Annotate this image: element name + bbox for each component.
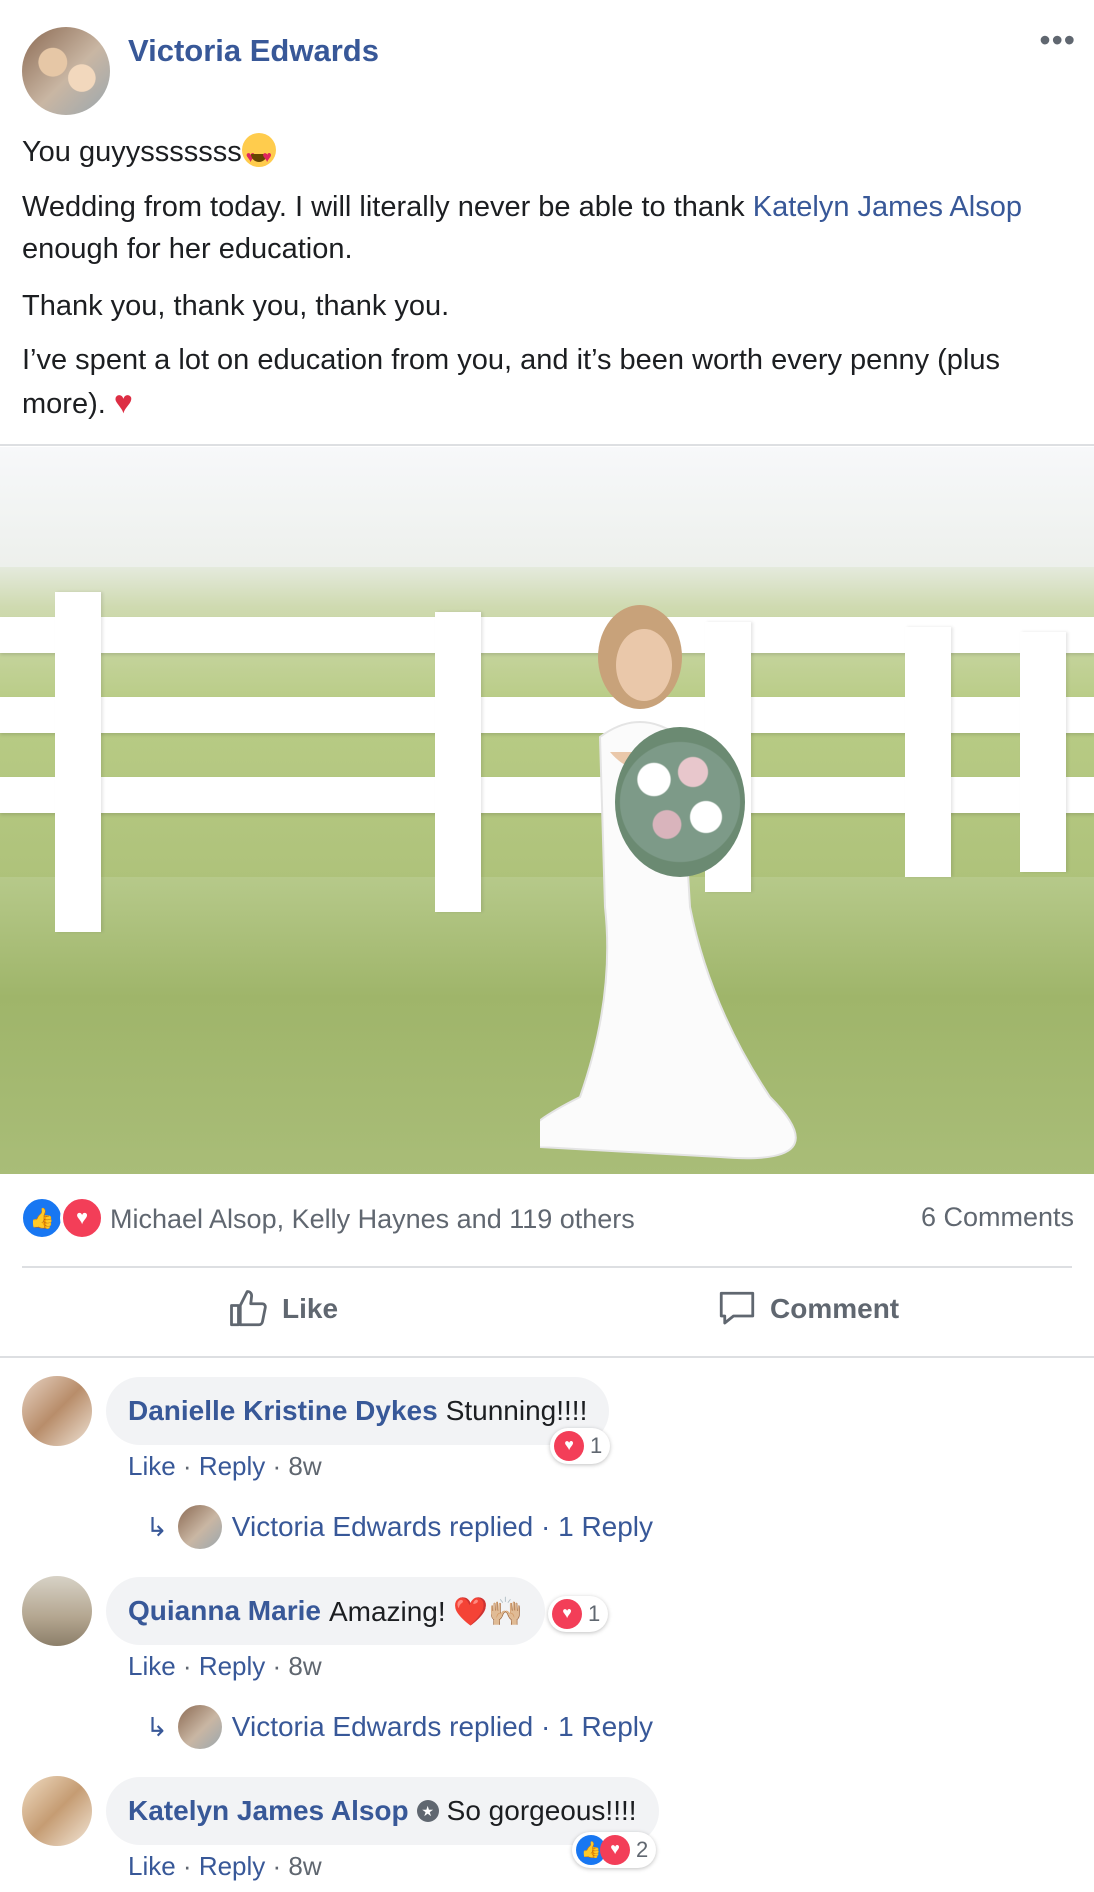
comment-meta: Like · Reply · 8w — [128, 1651, 322, 1681]
comment-time[interactable]: 8w — [288, 1651, 321, 1681]
love-reaction-icon: ♥ — [554, 1431, 584, 1461]
red-heart-emoji-icon: ♥ — [113, 384, 133, 420]
love-reaction-icon: ♥ — [552, 1599, 582, 1629]
comment-bubble: Danielle Kristine Dykes Stunning!!!! — [106, 1377, 610, 1445]
comment-text: So gorgeous!!!! — [446, 1795, 637, 1826]
post-thanks-line: Thank you, thank you, thank you. — [22, 290, 450, 322]
reaction-summary[interactable]: Michael Alsop, Kelly Haynes and 119 othe… — [110, 1204, 635, 1235]
comment-bubble: Quianna Marie Amazing! ❤️🙌🏼 — [106, 1577, 546, 1645]
bride-figure — [540, 605, 797, 1160]
comment-like-link[interactable]: Like — [128, 1651, 176, 1681]
fence-post — [1020, 632, 1066, 872]
verified-shield-icon: ★ — [416, 1800, 439, 1822]
divider — [22, 1266, 1072, 1268]
commenter-name[interactable]: Quianna Marie — [128, 1595, 321, 1627]
heart-eyes-emoji-icon — [241, 133, 276, 179]
replier-avatar — [177, 1705, 222, 1749]
reaction-count: 2 — [636, 1837, 649, 1862]
reply-arrow-icon: ↳ — [146, 1711, 168, 1742]
reaction-count: 1 — [588, 1601, 601, 1626]
comment-reaction-badge[interactable]: ♥ 1 — [550, 1428, 611, 1464]
comment-text: Stunning!!!! — [445, 1395, 588, 1426]
comment-reply-link[interactable]: Reply — [199, 1651, 265, 1681]
like-reaction-icon[interactable]: 👍 — [20, 1196, 64, 1240]
author-avatar[interactable] — [22, 27, 110, 115]
commenter-avatar[interactable] — [22, 1376, 92, 1446]
comment-text: Amazing! ❤️🙌🏼 — [328, 1595, 524, 1627]
comment-meta: Like · Reply · 8w — [128, 1451, 322, 1481]
reaction-count: 1 — [590, 1433, 603, 1458]
author-name[interactable]: Victoria Edwards — [128, 33, 379, 69]
bouquet — [615, 727, 745, 877]
replies-text: Victoria Edwards replied · 1 Reply — [231, 1711, 654, 1742]
divider — [0, 1356, 1094, 1358]
mention-link[interactable]: Katelyn James Alsop — [753, 191, 1022, 223]
comment-reaction-badge[interactable]: ♥ 1 — [548, 1596, 609, 1632]
like-button-label: Like — [282, 1293, 339, 1324]
post-text-segment: Wedding from today. I will literally nev… — [22, 191, 753, 223]
comment-reply-link[interactable]: Reply — [199, 1851, 265, 1881]
fence-post — [905, 627, 951, 877]
divider — [0, 444, 1094, 446]
fence-post — [435, 612, 481, 912]
post-greeting: You guyysssssss — [22, 136, 242, 168]
replies-text: Victoria Edwards replied · 1 Reply — [231, 1511, 654, 1542]
post-text-closing: I’ve spent a lot on education from you, … — [22, 339, 1072, 425]
comment-time[interactable]: 8w — [288, 1851, 321, 1881]
reply-arrow-icon: ↳ — [146, 1511, 168, 1542]
commenter-avatar[interactable] — [22, 1776, 92, 1846]
replier-avatar — [177, 1505, 222, 1549]
love-reaction-icon: ♥ — [600, 1835, 630, 1865]
comment-button[interactable]: Comment — [716, 1288, 899, 1330]
thumbs-up-icon — [230, 1290, 267, 1327]
comment-reply-link[interactable]: Reply — [199, 1451, 265, 1481]
commenter-avatar[interactable] — [22, 1576, 92, 1646]
commenter-name[interactable]: Danielle Kristine Dykes — [128, 1395, 438, 1427]
post-text-segment: enough for her education. — [22, 233, 353, 265]
comment-reaction-badge[interactable]: 👍 ♥ 2 — [572, 1832, 657, 1868]
post-text-line-1: You guyysssssss — [22, 131, 1072, 179]
love-reaction-icon[interactable]: ♥ — [60, 1196, 104, 1240]
post-photo[interactable] — [0, 447, 1094, 1174]
like-button[interactable]: Like — [228, 1288, 338, 1330]
comment-bubble: Katelyn James Alsop ★ So gorgeous!!!! — [106, 1777, 659, 1845]
comment-meta: Like · Reply · 8w — [128, 1851, 322, 1881]
comment-like-link[interactable]: Like — [128, 1851, 176, 1881]
comment-button-label: Comment — [770, 1293, 900, 1324]
comments-count[interactable]: 6 Comments — [921, 1202, 1074, 1233]
comment-bubble-icon — [719, 1291, 755, 1325]
comment-like-link[interactable]: Like — [128, 1451, 176, 1481]
more-options-icon[interactable]: ••• — [1039, 22, 1076, 59]
photo-sky — [0, 447, 1094, 567]
replies-link[interactable]: ↳ Victoria Edwards replied · 1 Reply — [146, 1705, 653, 1749]
commenter-name[interactable]: Katelyn James Alsop — [128, 1795, 409, 1827]
fence-post — [55, 592, 101, 932]
post-text-paragraph: Wedding from today. I will literally nev… — [22, 186, 1072, 270]
comment-time[interactable]: 8w — [288, 1451, 321, 1481]
replies-link[interactable]: ↳ Victoria Edwards replied · 1 Reply — [146, 1505, 653, 1549]
post-text-segment: I’ve spent a lot on education from you, … — [22, 344, 1000, 420]
